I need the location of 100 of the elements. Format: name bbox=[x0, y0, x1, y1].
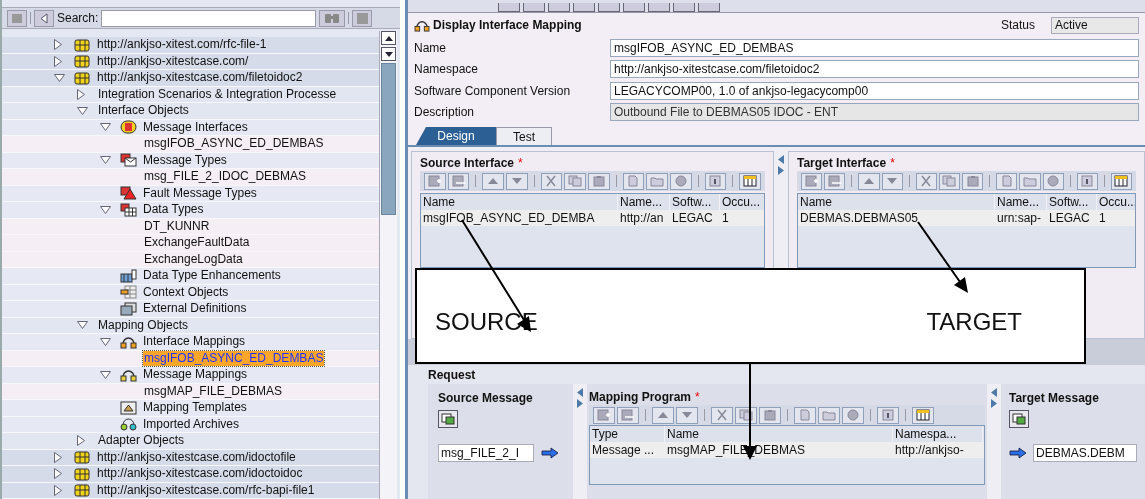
expand-right-icon[interactable] bbox=[577, 399, 583, 408]
column-header[interactable]: Name... bbox=[618, 194, 670, 210]
tree-row[interactable]: http://ankjso-xitest.com/rfc-file-1 bbox=[2, 37, 379, 54]
expand-right-icon[interactable] bbox=[778, 166, 784, 175]
text-field[interactable]: LEGACYCOMP00, 1.0 of ankjso-legacycomp00 bbox=[610, 81, 1139, 100]
field-label: Software Component Version bbox=[414, 82, 572, 100]
collapse-triangle-icon[interactable] bbox=[100, 370, 111, 379]
table-layout-icon bbox=[743, 175, 758, 187]
column-header[interactable]: Softw... bbox=[1047, 194, 1097, 210]
tree-item-label: msgMAP_FILE_DEBMAS bbox=[143, 383, 284, 399]
grid-icon bbox=[120, 285, 137, 300]
tree-row[interactable]: ExchangeFaultData bbox=[2, 235, 379, 252]
collapse-triangle-icon[interactable] bbox=[100, 123, 111, 132]
scroll-down-button[interactable] bbox=[381, 47, 396, 61]
copy-icon bbox=[739, 409, 753, 421]
expand-triangle-icon[interactable] bbox=[54, 451, 62, 463]
tree-row[interactable]: Mapping Templates bbox=[2, 400, 379, 417]
status-field[interactable]: Active bbox=[1051, 16, 1139, 34]
tree-row[interactable]: msgIFOB_ASYNC_ED_DEMBAS bbox=[2, 136, 379, 153]
tab[interactable]: Design bbox=[416, 127, 496, 145]
tree-row[interactable]: Interface Objects bbox=[2, 103, 379, 120]
expand-triangle-icon[interactable] bbox=[77, 88, 85, 100]
column-header[interactable]: Name bbox=[665, 426, 893, 442]
search-button[interactable] bbox=[319, 9, 346, 27]
tree-item-label: Mapping Templates bbox=[142, 400, 248, 416]
collapse-triangle-icon[interactable] bbox=[54, 73, 65, 82]
expand-triangle-icon[interactable] bbox=[54, 468, 62, 480]
expand-right-icon[interactable] bbox=[991, 399, 997, 408]
collapse-left-icon[interactable] bbox=[991, 388, 997, 397]
collapse-triangle-icon[interactable] bbox=[100, 337, 111, 346]
toolbar-button[interactable] bbox=[735, 406, 757, 424]
clipboard-icon bbox=[763, 409, 777, 421]
tree-item-label: Mapping Objects bbox=[97, 317, 190, 333]
section-title: Target Message bbox=[1009, 390, 1100, 407]
tree-item-label: http://ankjso-xitestcase.com/ bbox=[96, 53, 250, 69]
column-header[interactable]: Softw... bbox=[670, 194, 720, 210]
tree-row[interactable]: Message Mappings bbox=[2, 367, 379, 384]
message-button[interactable] bbox=[1009, 410, 1029, 428]
text-field[interactable]: http://ankjso-xitestcase.com/filetoidoc2 bbox=[610, 60, 1139, 79]
search-field[interactable] bbox=[101, 9, 317, 27]
message-field[interactable]: msg_FILE_2_I bbox=[438, 444, 534, 462]
stacked-pages-icon bbox=[120, 301, 137, 316]
message-icon bbox=[1012, 413, 1026, 425]
collapse-left-icon[interactable] bbox=[778, 155, 784, 164]
cube-icon bbox=[74, 450, 91, 465]
tree-row[interactable]: Interface Mappings bbox=[2, 334, 379, 351]
section-title: Mapping Program bbox=[589, 389, 691, 406]
table-icon bbox=[120, 202, 137, 217]
expand-triangle-icon[interactable] bbox=[54, 39, 62, 51]
tree-row[interactable]: http://ankjso-xitestcase.com/filetoidoc2 bbox=[2, 70, 379, 87]
message-field[interactable]: DEBMAS.DEBM bbox=[1033, 444, 1137, 462]
collapse-triangle-icon[interactable] bbox=[100, 205, 111, 214]
column-header[interactable]: Name bbox=[421, 194, 618, 210]
table-cell-text: msgIFOB_ASYNC_ED_DEMBA bbox=[422, 210, 596, 226]
tree-item-label: msgIFOB_ASYNC_ED_DEMBAS bbox=[143, 136, 325, 152]
scrollbar-thumb[interactable] bbox=[381, 63, 396, 215]
collapse-button[interactable] bbox=[34, 9, 54, 27]
tree-item-label: Integration Scenarios & Integration Processe bbox=[97, 86, 338, 102]
tree-row[interactable]: msg_FILE_2_IDOC_DEBMAS bbox=[2, 169, 379, 186]
message-button[interactable] bbox=[438, 410, 458, 428]
expand-triangle-icon[interactable] bbox=[54, 484, 62, 496]
tree-row[interactable]: http://ankjso-xitestcase.com/idoctoidoc bbox=[2, 466, 379, 483]
tree-item-label: Message Interfaces bbox=[142, 119, 249, 135]
refresh-button[interactable] bbox=[7, 9, 27, 27]
collapse-left-icon[interactable] bbox=[577, 388, 583, 397]
section-title: Source Interface bbox=[420, 155, 515, 172]
tree-row[interactable]: Data Types bbox=[2, 202, 379, 219]
info-icon bbox=[1080, 175, 1095, 187]
table-cell-text: Message ... bbox=[591, 442, 656, 458]
stop-button[interactable] bbox=[352, 9, 373, 27]
table-cell-text: LEGAC bbox=[671, 210, 714, 226]
search-label: Search: bbox=[57, 10, 99, 27]
collapse-triangle-icon[interactable] bbox=[77, 106, 88, 115]
scissors-icon bbox=[919, 175, 934, 187]
table-cell-text: 1 bbox=[1098, 210, 1107, 226]
table-cell-text: urn:sap- bbox=[996, 210, 1043, 226]
add-row-icon bbox=[427, 175, 442, 187]
copy-icon bbox=[568, 175, 583, 187]
collapse-triangle-icon[interactable] bbox=[100, 156, 111, 165]
text-field[interactable]: msgIFOB_ASYNC_ED_DEMBAS bbox=[610, 38, 1139, 57]
column-header[interactable]: Namespa... bbox=[893, 426, 983, 442]
tab[interactable]: Test bbox=[496, 127, 552, 145]
column-header[interactable]: Type bbox=[590, 426, 665, 442]
tree-row[interactable]: External Definitions bbox=[2, 301, 379, 318]
tree-item-label: ExchangeLogData bbox=[143, 251, 244, 267]
column-header[interactable]: Name... bbox=[995, 194, 1047, 210]
scrollbar[interactable] bbox=[379, 31, 397, 499]
tree-item-label: Interface Objects bbox=[97, 103, 190, 119]
tree-row[interactable]: msgIFOB_ASYNC_ED_DEMBAS bbox=[2, 350, 379, 367]
collapse-triangle-icon[interactable] bbox=[77, 321, 88, 330]
tree-item-label: Message Types bbox=[142, 152, 228, 168]
scroll-up-button[interactable] bbox=[381, 31, 396, 45]
folder-icon bbox=[822, 409, 836, 421]
tree-row[interactable]: Adapter Objects bbox=[2, 433, 379, 450]
expand-triangle-icon[interactable] bbox=[77, 435, 85, 447]
expand-triangle-icon[interactable] bbox=[54, 55, 62, 67]
cube-icon bbox=[74, 466, 91, 481]
table-layout-icon bbox=[916, 409, 930, 421]
tree-row[interactable]: Data Type Enhancements bbox=[2, 268, 379, 285]
column-header[interactable]: Name bbox=[798, 194, 995, 210]
